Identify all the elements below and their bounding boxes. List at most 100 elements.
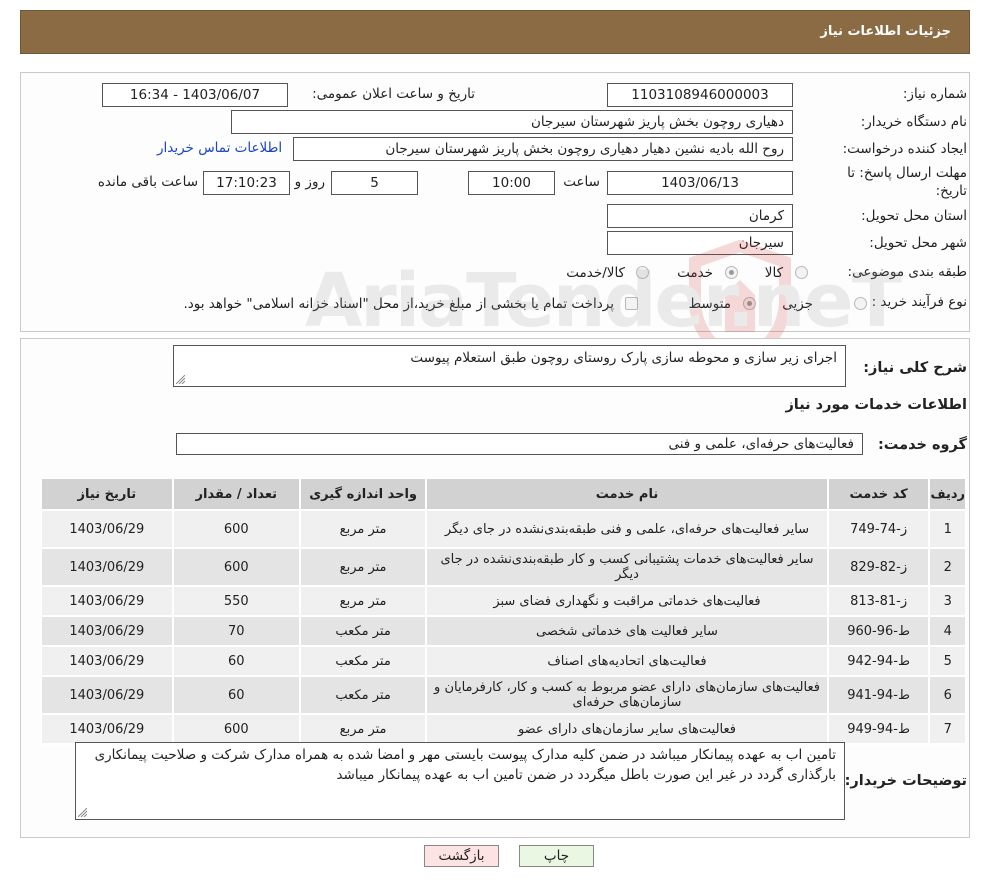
cell-need-date: 1403/06/29: [40, 547, 174, 587]
announce-field[interactable]: 1403/06/07 - 16:34: [102, 83, 288, 107]
cell-unit: متر مکعب: [298, 675, 428, 715]
col-header-service-code: کد خدمت: [826, 477, 931, 511]
cell-quantity: 70: [171, 615, 301, 647]
cell-need-date: 1403/06/29: [40, 675, 174, 715]
province-field[interactable]: کرمان: [607, 204, 793, 228]
cell-service-name: سایر فعالیت‌های خدمات پشتیبانی کسب و کار…: [425, 547, 829, 587]
col-header-quantity: تعداد / مقدار: [171, 477, 301, 511]
page-header: جزئیات اطلاعات نیاز: [20, 10, 970, 54]
page-title: جزئیات اطلاعات نیاز: [820, 24, 951, 39]
cell-row-number: 3: [928, 585, 967, 617]
resize-handle-icon[interactable]: [78, 808, 87, 817]
service-group-label: گروه خدمت:: [877, 437, 967, 453]
resize-handle-icon[interactable]: [176, 375, 185, 384]
cell-row-number: 7: [928, 713, 967, 745]
cell-need-date: 1403/06/29: [40, 645, 174, 677]
col-header-unit: واحد اندازه گیری: [298, 477, 428, 511]
cell-row-number: 5: [928, 645, 967, 677]
table-row: 4 ط-96-960 سایر فعالیت های خدماتی شخصی م…: [40, 615, 967, 647]
process-label: نوع فرآیند خرید :: [871, 294, 967, 310]
city-field[interactable]: سیرجان: [607, 231, 793, 255]
creator-field[interactable]: روح الله بادیه نشین دهیار دهیاری روچون ب…: [293, 137, 793, 161]
need-number-label: شماره نیاز:: [902, 86, 967, 102]
buyer-notes-text: تامین اب به عهده پیمانکار میباشد در ضمن …: [94, 747, 836, 783]
cell-row-number: 1: [928, 509, 967, 549]
cell-service-code: ط-94-941: [826, 675, 931, 715]
description-label: شرح کلی نیاز:: [863, 360, 967, 376]
cell-unit: متر مکعب: [298, 615, 428, 647]
process-option-medium-radio[interactable]: [743, 297, 756, 310]
table-row: 7 ط-94-949 فعالیت‌های سایر سازمان‌های دا…: [40, 713, 967, 745]
payment-note: پرداخت تمام یا بخشی از مبلغ خرید،از محل …: [183, 296, 614, 312]
buyer-org-field[interactable]: دهیاری روچون بخش پاریز شهرستان سیرجان: [231, 110, 793, 134]
need-number-field[interactable]: 1103108946000003: [607, 83, 793, 107]
category-option-both-radio[interactable]: [636, 266, 649, 279]
cell-need-date: 1403/06/29: [40, 585, 174, 617]
cell-service-code: ط-96-960: [826, 615, 931, 647]
col-header-service-name: نام خدمت: [425, 477, 829, 511]
days-field[interactable]: 5: [331, 171, 418, 195]
col-header-row-number: ردیف: [928, 477, 967, 511]
process-option-minor-label: جزیی: [782, 296, 813, 312]
cell-need-date: 1403/06/29: [40, 615, 174, 647]
cell-quantity: 60: [171, 645, 301, 677]
category-option-service-label: خدمت: [677, 265, 713, 281]
creator-label: ایجاد کننده درخواست:: [842, 141, 967, 157]
cell-service-code: ز-82-829: [826, 547, 931, 587]
description-textarea[interactable]: اجرای زیر سازی و محوطه سازی پارک روستای …: [173, 345, 846, 387]
cell-service-code: ز-74-749: [826, 509, 931, 549]
service-group-field[interactable]: فعالیت‌های حرفه‌ای، علمی و فنی: [176, 433, 863, 455]
table-header-row: ردیف کد خدمت نام خدمت واحد اندازه گیری ت…: [40, 477, 967, 511]
cell-row-number: 2: [928, 547, 967, 587]
cell-service-name: سایر فعالیت‌های حرفه‌ای، علمی و فنی طبقه…: [425, 509, 829, 549]
deadline-time-field[interactable]: 10:00: [468, 171, 555, 195]
category-option-service-radio[interactable]: [725, 266, 738, 279]
cell-unit: متر مربع: [298, 585, 428, 617]
cell-need-date: 1403/06/29: [40, 509, 174, 549]
cell-service-name: فعالیت‌های خدماتی مراقبت و نگهداری فضای …: [425, 585, 829, 617]
cell-quantity: 550: [171, 585, 301, 617]
cell-need-date: 1403/06/29: [40, 713, 174, 745]
cell-row-number: 4: [928, 615, 967, 647]
buyer-notes-textarea[interactable]: تامین اب به عهده پیمانکار میباشد در ضمن …: [75, 742, 845, 820]
contact-info-link[interactable]: اطلاعات تماس خریدار: [157, 140, 282, 156]
back-button[interactable]: بازگشت: [424, 845, 499, 867]
cell-service-code: ط-94-949: [826, 713, 931, 745]
time-label: ساعت: [563, 174, 600, 190]
announce-label: تاریخ و ساعت اعلان عمومی:: [312, 86, 475, 102]
remaining-time-field[interactable]: 17:10:23: [203, 171, 290, 195]
cell-unit: متر مکعب: [298, 645, 428, 677]
col-header-need-date: تاریخ نیاز: [40, 477, 174, 511]
cell-service-name: سایر فعالیت های خدماتی شخصی: [425, 615, 829, 647]
cell-quantity: 600: [171, 547, 301, 587]
cell-quantity: 60: [171, 675, 301, 715]
category-option-both-label: کالا/خدمت: [566, 265, 625, 281]
cell-service-code: ط-94-942: [826, 645, 931, 677]
cell-quantity: 600: [171, 713, 301, 745]
cell-service-code: ز-81-813: [826, 585, 931, 617]
province-label: استان محل تحویل:: [861, 208, 967, 224]
category-option-goods-radio[interactable]: [795, 266, 808, 279]
cell-service-name: فعالیت‌های سازمان‌های دارای عضو مربوط به…: [425, 675, 829, 715]
table-row: 3 ز-81-813 فعالیت‌های خدماتی مراقبت و نگ…: [40, 585, 967, 617]
table-row: 1 ز-74-749 سایر فعالیت‌های حرفه‌ای، علمی…: [40, 509, 967, 549]
treasury-payment-checkbox[interactable]: [625, 297, 638, 310]
category-option-goods-label: کالا: [764, 265, 783, 281]
services-section-title: اطلاعات خدمات مورد نیاز: [785, 397, 967, 413]
category-label: طبقه بندی موضوعی:: [847, 264, 967, 280]
cell-unit: متر مربع: [298, 509, 428, 549]
deadline-date-field[interactable]: 1403/06/13: [607, 171, 793, 195]
cell-unit: متر مربع: [298, 713, 428, 745]
process-option-minor-radio[interactable]: [854, 297, 867, 310]
services-table: ردیف کد خدمت نام خدمت واحد اندازه گیری ت…: [40, 477, 967, 745]
description-text: اجرای زیر سازی و محوطه سازی پارک روستای …: [410, 350, 837, 366]
cell-unit: متر مربع: [298, 547, 428, 587]
cell-service-name: فعالیت‌های اتحادیه‌های اصناف: [425, 645, 829, 677]
cell-quantity: 600: [171, 509, 301, 549]
cell-row-number: 6: [928, 675, 967, 715]
days-label: روز و: [294, 174, 325, 190]
table-row: 5 ط-94-942 فعالیت‌های اتحادیه‌های اصناف …: [40, 645, 967, 677]
deadline-label-1: مهلت ارسال پاسخ: تا: [847, 165, 967, 181]
buyer-org-label: نام دستگاه خریدار:: [860, 114, 967, 130]
print-button[interactable]: چاپ: [519, 845, 594, 867]
